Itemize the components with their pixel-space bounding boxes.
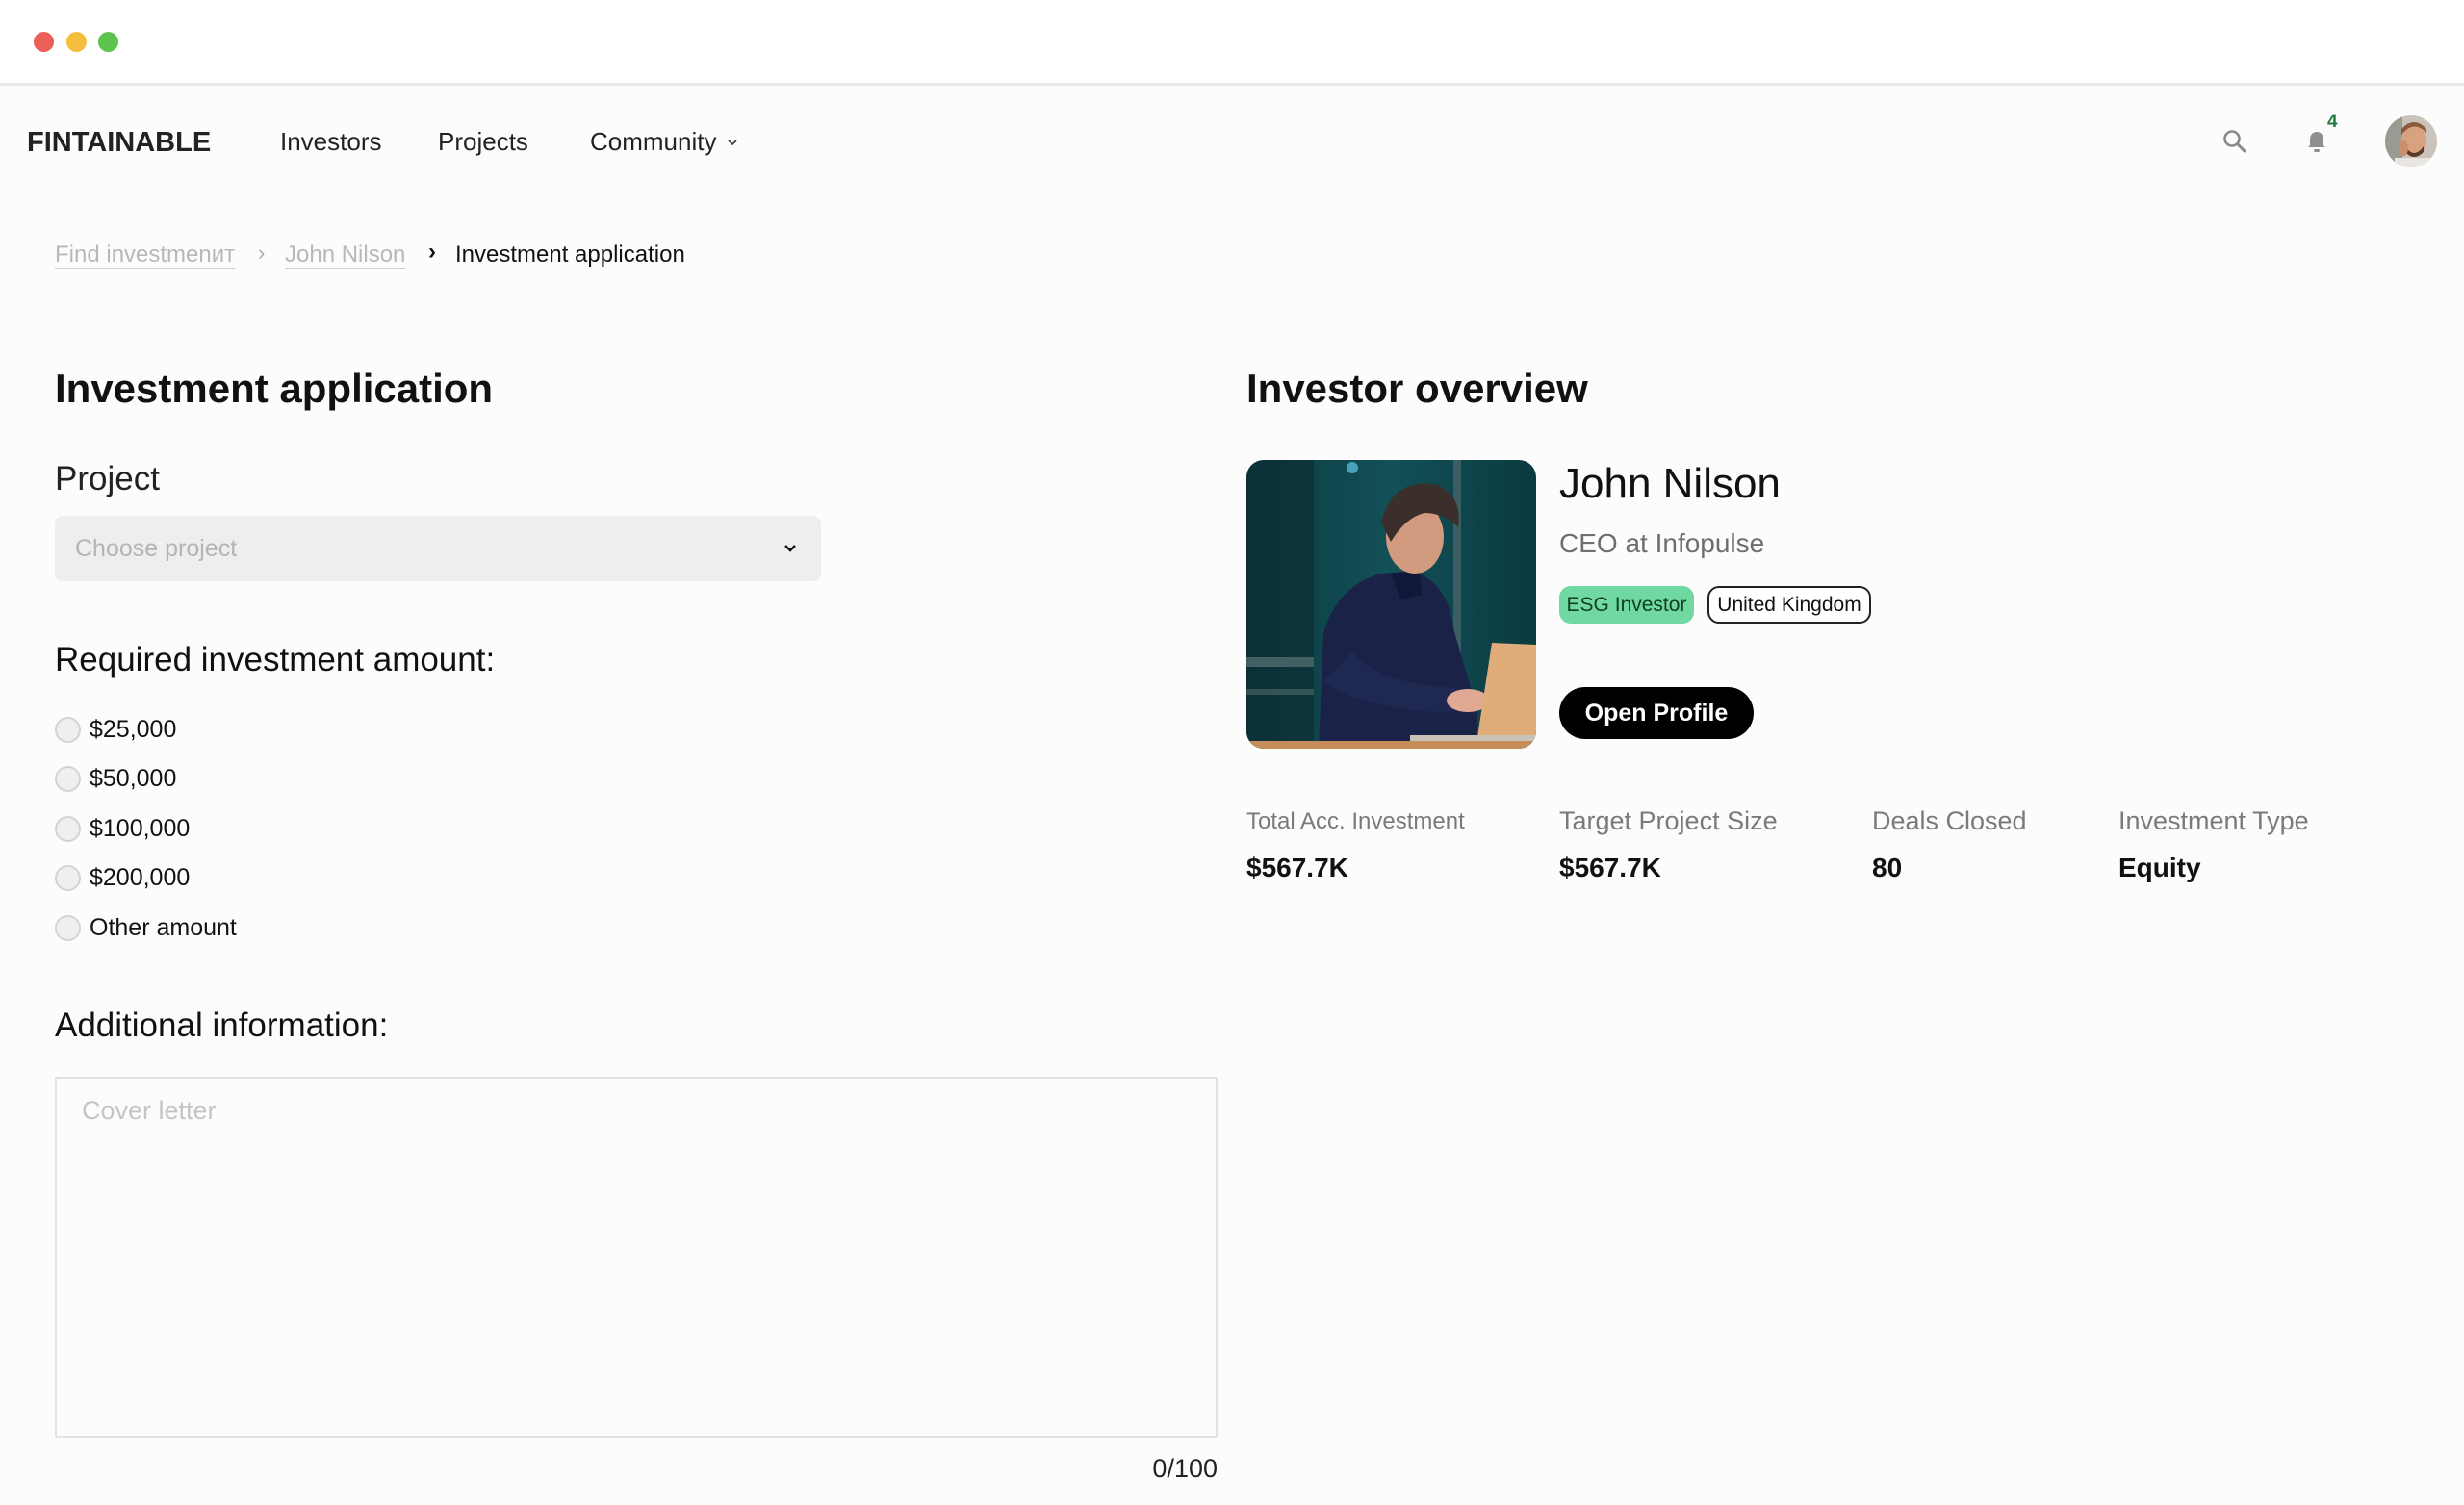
stat-value-deals-closed: 80	[1872, 853, 1903, 882]
project-label: Project	[55, 460, 160, 497]
character-counter: 0/100	[1152, 1454, 1218, 1483]
open-profile-button[interactable]: Open Profile	[1559, 687, 1754, 739]
stat-label-target-size: Target Project Size	[1559, 806, 1778, 835]
radio-label: $100,000	[90, 815, 191, 842]
amount-label: Required investment amount:	[55, 641, 496, 678]
search-button[interactable]	[2218, 124, 2252, 159]
bell-icon	[2308, 132, 2325, 152]
radio-label: $50,000	[90, 765, 177, 792]
project-select-placeholder: Choose project	[75, 534, 238, 562]
stat-label-total-investment: Total Acc. Investment	[1246, 808, 1465, 834]
chevron-down-icon	[728, 139, 738, 145]
amount-option-200000[interactable]: $200,000	[55, 864, 190, 892]
project-select[interactable]: Choose project	[55, 516, 821, 581]
cover-letter-input[interactable]	[55, 1077, 1218, 1438]
radio-button[interactable]	[55, 915, 81, 941]
amount-option-25000[interactable]: $25,000	[55, 716, 176, 744]
nav-community-label: Community	[590, 127, 717, 156]
window-maximize-button[interactable]	[98, 32, 118, 52]
chevron-down-icon	[784, 545, 796, 552]
breadcrumb-separator-icon: ›	[258, 241, 266, 265]
stat-label-deals-closed: Deals Closed	[1872, 806, 2027, 835]
radio-label: Other amount	[90, 914, 237, 941]
nav-investors[interactable]: Investors	[280, 127, 382, 157]
breadcrumb-separator-icon: ›	[428, 239, 436, 265]
investor-name: John Nilson	[1559, 460, 1781, 507]
amount-option-other[interactable]: Other amount	[55, 914, 237, 942]
investor-photo	[1246, 460, 1536, 749]
radio-button[interactable]	[55, 766, 81, 792]
stat-label-investment-type: Investment Type	[2118, 806, 2309, 835]
additional-info-label: Additional information:	[55, 1007, 389, 1044]
investor-overview-title: Investor overview	[1246, 366, 1588, 411]
window-titlebar	[0, 0, 2464, 86]
nav-community[interactable]: Community	[590, 127, 739, 157]
search-icon	[2223, 130, 2246, 153]
breadcrumb-find-investment[interactable]: Find investmenит	[55, 242, 235, 268]
avatar-image	[2385, 115, 2437, 167]
form-title: Investment application	[55, 366, 494, 411]
radio-button[interactable]	[55, 717, 81, 743]
tag-esg-investor: ESG Investor	[1559, 586, 1694, 624]
user-avatar[interactable]	[2385, 115, 2437, 167]
radio-button[interactable]	[55, 816, 81, 842]
stat-value-total-investment: $567.7K	[1246, 853, 1348, 882]
breadcrumb-investor[interactable]: John Nilson	[285, 242, 405, 268]
stat-value-investment-type: Equity	[2118, 853, 2201, 882]
brand-logo[interactable]: FINTAINABLE	[27, 127, 211, 159]
amount-option-50000[interactable]: $50,000	[55, 765, 176, 793]
stat-value-target-size: $567.7K	[1559, 853, 1661, 882]
radio-label: $25,000	[90, 716, 177, 743]
radio-button[interactable]	[55, 865, 81, 891]
window-close-button[interactable]	[34, 32, 54, 52]
window-minimize-button[interactable]	[66, 32, 87, 52]
radio-label: $200,000	[90, 864, 191, 891]
amount-option-100000[interactable]: $100,000	[55, 815, 190, 843]
notification-count-badge: 4	[2327, 112, 2338, 132]
investor-role: CEO at Infopulse	[1559, 528, 1765, 558]
tag-country: United Kingdom	[1707, 586, 1871, 624]
breadcrumb-current: Investment application	[455, 242, 685, 268]
nav-projects[interactable]: Projects	[438, 127, 528, 157]
